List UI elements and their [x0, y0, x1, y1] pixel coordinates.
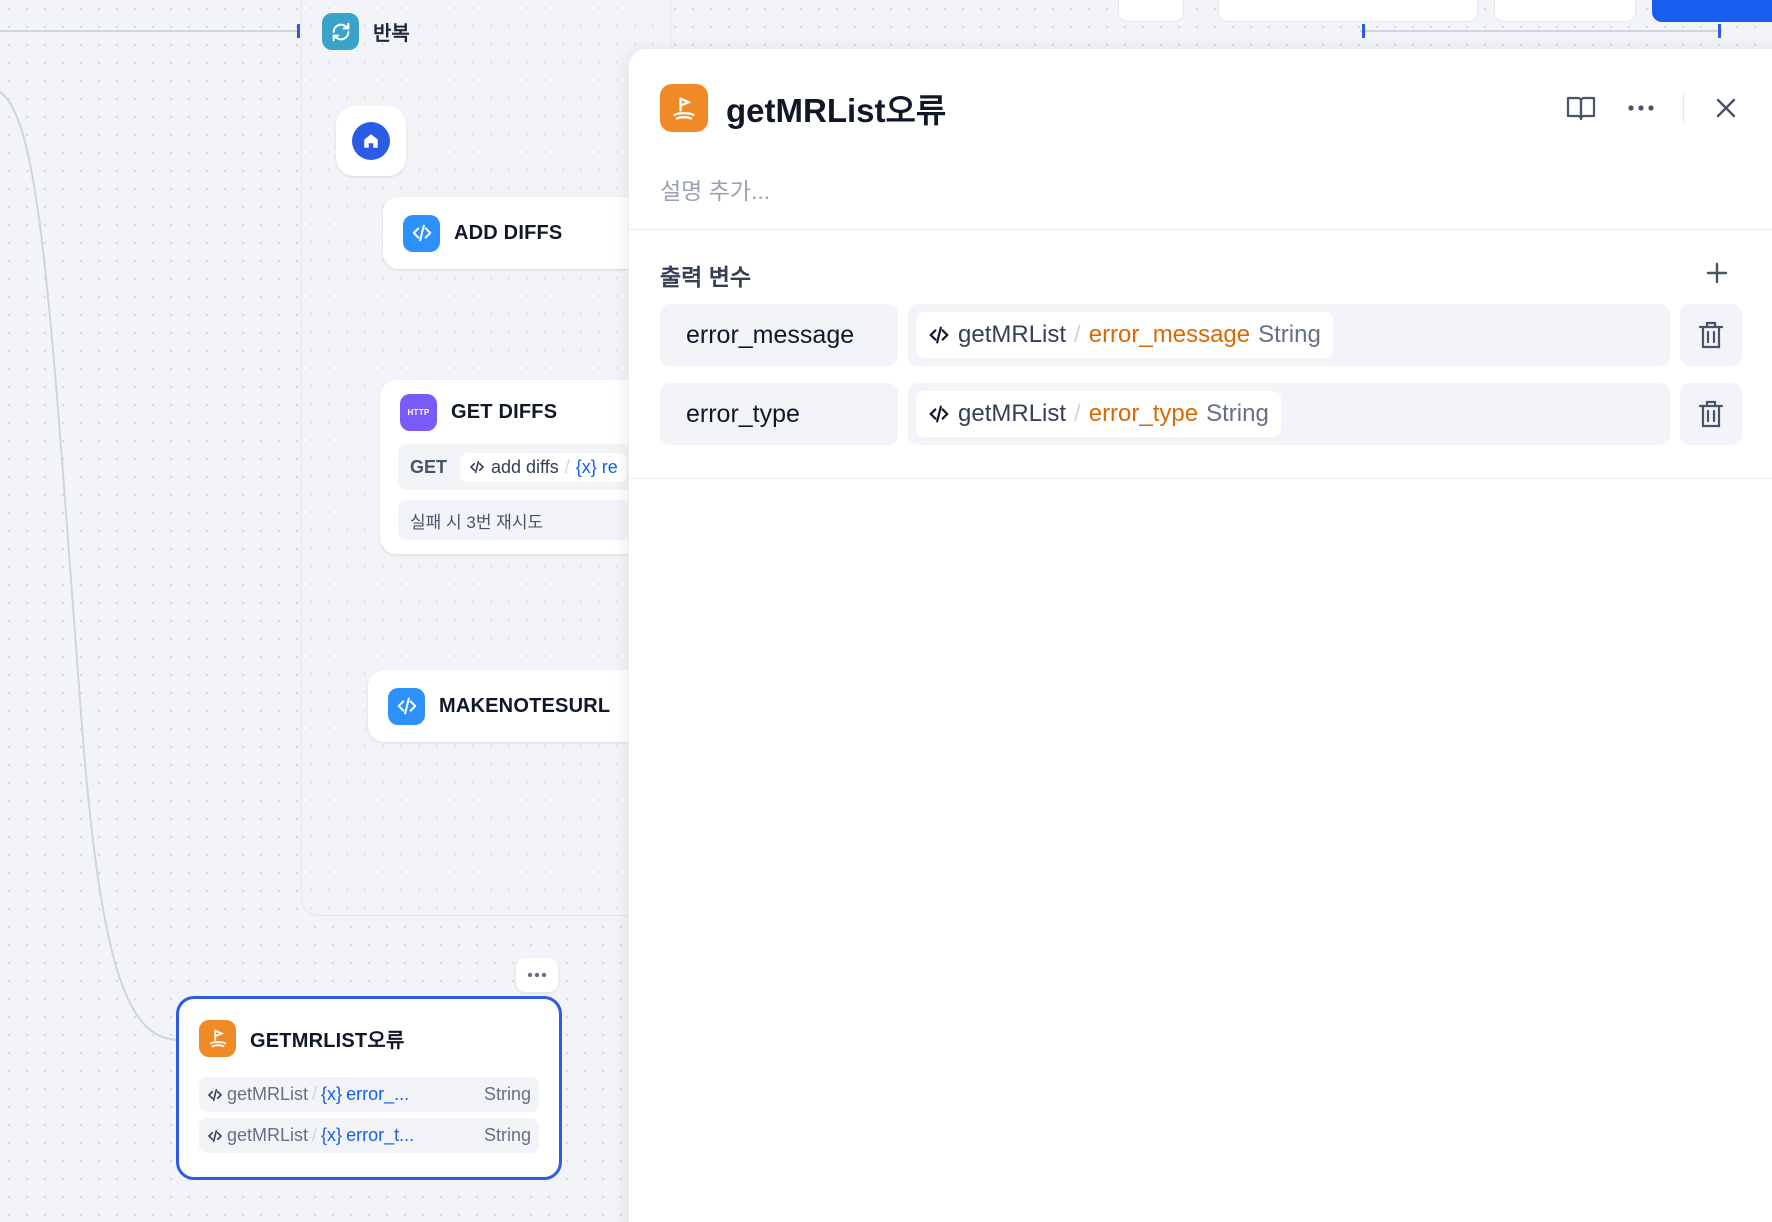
- path-separator: /: [1074, 400, 1081, 427]
- path-separator: /: [312, 1084, 318, 1104]
- docs-button[interactable]: [1563, 90, 1599, 126]
- variable-label: {x} re: [575, 456, 618, 477]
- type-label: String: [1206, 400, 1269, 427]
- http-icon: HTTP: [400, 393, 437, 431]
- variable-icon: {x}: [321, 1125, 343, 1145]
- code-icon: [388, 687, 425, 725]
- node-settings-panel: [628, 48, 1772, 1222]
- plus-icon: [1706, 262, 1728, 284]
- actions-divider: [1683, 94, 1684, 122]
- source-node-label: getMRList: [958, 321, 1067, 348]
- panel-title[interactable]: getMRList오류: [726, 84, 946, 132]
- path-separator: /: [1074, 321, 1081, 348]
- toolbar-button-1[interactable]: [1118, 0, 1184, 22]
- output-row: getMRList / {x} error_t... String: [199, 1118, 539, 1153]
- home-icon: [352, 122, 390, 160]
- node-more-button[interactable]: [516, 958, 558, 992]
- source-node-label: getMRList: [227, 1084, 309, 1104]
- variable-label: error_t...: [346, 1125, 415, 1145]
- type-label: String: [483, 1084, 531, 1104]
- node-title: MAKENOTESURL: [439, 694, 611, 717]
- panel-actions: [1563, 90, 1744, 126]
- source-node-label: getMRList: [227, 1125, 309, 1145]
- toolbar-button-3[interactable]: [1494, 0, 1636, 22]
- variable-reference-chip: getMRList / error_type String: [916, 391, 1281, 437]
- node-title: ADD DIFFS: [454, 221, 563, 244]
- close-button[interactable]: [1708, 90, 1744, 126]
- type-label: String: [1258, 321, 1321, 348]
- output-variables-title: 출력 변수: [660, 264, 752, 290]
- description-input[interactable]: 설명 추가...: [660, 172, 770, 206]
- more-icon: [527, 972, 547, 978]
- http-icon-label: HTTP: [407, 407, 430, 417]
- loop-header[interactable]: 반복: [322, 13, 410, 50]
- section-divider: [628, 229, 1772, 230]
- variable-icon: {x}: [321, 1084, 343, 1104]
- close-icon: [1716, 98, 1736, 118]
- end-icon: [660, 84, 708, 132]
- loop-title: 반복: [373, 23, 410, 45]
- delete-variable-button[interactable]: [1680, 383, 1742, 445]
- code-icon: [469, 460, 485, 474]
- source-node-label: getMRList: [958, 400, 1067, 427]
- http-method: GET: [410, 456, 448, 477]
- output-row: getMRList / {x} error_... String: [199, 1077, 539, 1112]
- node-title: GETMRLIST오류: [250, 1029, 405, 1052]
- node-getmrlist-error[interactable]: GETMRLIST오류 getMRList / {x} error_... St…: [176, 996, 562, 1180]
- trash-icon: [1698, 321, 1724, 349]
- toolbar-run-group[interactable]: [1218, 0, 1478, 22]
- variable-label: error_...: [346, 1084, 410, 1104]
- node-title: GET DIFFS: [451, 400, 558, 423]
- path-separator: /: [564, 456, 570, 477]
- book-icon: [1566, 96, 1596, 121]
- add-variable-button[interactable]: [1702, 258, 1732, 288]
- variable-name-input[interactable]: error_type: [660, 383, 898, 445]
- more-options-button[interactable]: [1623, 90, 1659, 126]
- type-label: String: [483, 1125, 531, 1145]
- variable-name-input[interactable]: error_message: [660, 304, 898, 366]
- loop-icon: [322, 13, 359, 50]
- variable-value-selector[interactable]: getMRList / error_type String: [908, 383, 1670, 445]
- code-icon: [929, 326, 949, 344]
- delete-variable-button[interactable]: [1680, 304, 1742, 366]
- variable-reference-chip: getMRList / error_message String: [916, 312, 1333, 358]
- path-separator: /: [312, 1125, 318, 1145]
- panel-header: getMRList오류: [660, 84, 946, 132]
- variable-label: error_type: [1088, 400, 1199, 427]
- toolbar-publish-button[interactable]: [1652, 0, 1772, 22]
- loop-start-node[interactable]: [336, 106, 406, 176]
- variable-label: error_message: [1088, 321, 1251, 348]
- code-icon: [929, 405, 949, 423]
- code-icon: [403, 214, 440, 252]
- code-icon: [207, 1129, 223, 1142]
- url-variable-chip: add diffs / {x} re: [461, 452, 626, 482]
- source-node-label: add diffs: [491, 456, 559, 477]
- code-icon: [207, 1088, 223, 1101]
- more-icon: [1628, 105, 1654, 111]
- variable-value-selector[interactable]: getMRList / error_message String: [908, 304, 1670, 366]
- end-icon: [199, 1019, 236, 1057]
- section-divider: [628, 478, 1772, 479]
- trash-icon: [1698, 400, 1724, 428]
